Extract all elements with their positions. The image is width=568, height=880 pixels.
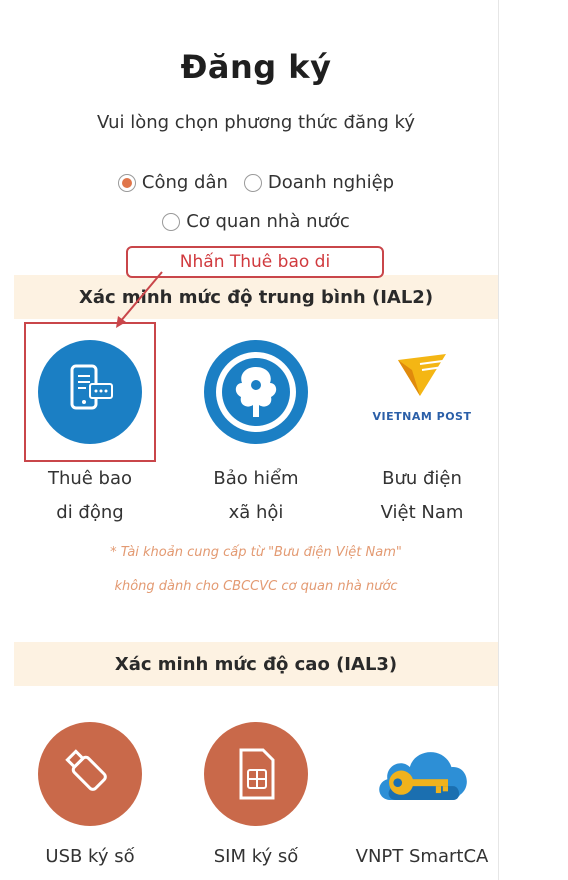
account-type-row-2: Cơ quan nhà nước [14,211,498,232]
sim-card-icon[interactable] [204,722,308,826]
ial2-note-line2: không dành cho CBCCVC cơ quan nhà nước [114,579,398,594]
radio-business-label: Doanh nghiệp [267,172,395,193]
annotation-arrow-icon [116,271,163,328]
page-subtitle: Vui lòng chọn phương thức đăng ký [97,112,415,133]
option-sim-card[interactable]: SIM ký số [186,722,326,874]
mobile-subscriber-line1: Thuê bao [47,468,133,489]
ial3-heading: Xác minh mức độ cao (IAL3) [14,642,498,686]
vietnam-post-logo-text: VIETNAM POST [372,410,472,423]
vietnam-post-logo[interactable]: VIETNAM POST [370,340,474,444]
radio-business-indicator[interactable] [243,173,262,192]
usb-token-label: USB ký số [45,846,135,867]
mobile-subscriber-icon[interactable] [38,340,142,444]
vnpt-smartca-label: VNPT SmartCA [355,846,489,867]
cloud-key-icon[interactable] [370,722,474,826]
sim-card-label: SIM ký số [213,846,299,867]
usb-token-icon[interactable] [38,722,142,826]
radio-agency[interactable]: Cơ quan nhà nước [162,211,350,232]
option-mobile-subscriber[interactable]: Thuê bao di động [20,340,160,530]
radio-citizen-label: Công dân [141,172,228,193]
page-title: Đăng ký [180,48,332,86]
mobile-subscriber-line2: di động [56,502,124,523]
account-type-row-1: Công dân Doanh nghiệp [14,172,498,193]
ial2-heading: Xác minh mức độ trung bình (IAL2) [14,275,498,319]
radio-citizen-indicator[interactable] [117,173,136,192]
registration-panel: Đăng ký Vui lòng chọn phương thức đăng k… [14,0,499,880]
radio-citizen[interactable]: Công dân [117,172,228,193]
radio-agency-indicator[interactable] [162,212,181,231]
social-insurance-line2: xã hội [228,502,284,523]
option-vietnam-post[interactable]: VIETNAM POST Bưu điện Việt Nam [352,340,492,530]
vietnam-post-line1: Bưu điện [382,468,462,489]
ial2-note-line1: * Tài khoản cung cấp từ "Bưu điện Việt N… [110,545,402,560]
radio-agency-label: Cơ quan nhà nước [186,211,350,232]
social-insurance-line1: Bảo hiểm [213,468,299,489]
option-vnpt-smartca[interactable]: VNPT SmartCA [352,722,492,874]
vietnam-post-line2: Việt Nam [380,502,464,523]
registration-page: Đăng ký Vui lòng chọn phương thức đăng k… [0,0,568,880]
option-social-insurance[interactable]: Bảo hiểm xã hội [186,340,326,530]
option-usb-token[interactable]: USB ký số [20,722,160,874]
radio-business[interactable]: Doanh nghiệp [243,172,395,193]
social-insurance-logo[interactable] [204,340,308,444]
